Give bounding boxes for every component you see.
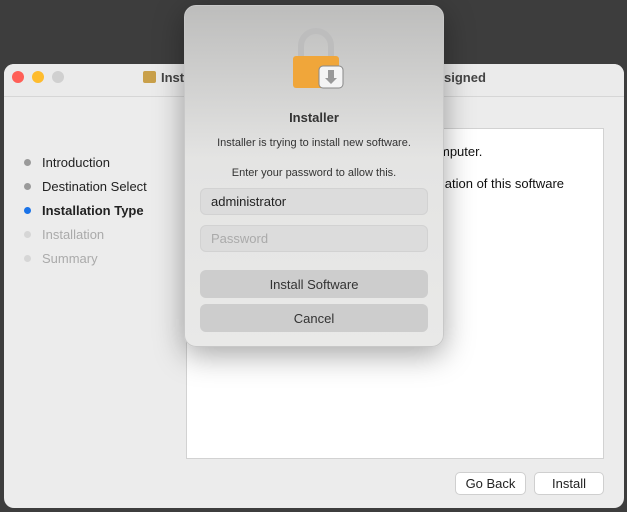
- dialog-title: Installer: [289, 110, 339, 125]
- step-installation: Installation: [24, 222, 147, 246]
- dialog-message: Installer is trying to install new softw…: [217, 137, 411, 149]
- go-back-button[interactable]: Go Back: [455, 472, 526, 495]
- window-title-left: Inst: [161, 70, 185, 85]
- step-dot-icon: [24, 206, 31, 214]
- dialog-prompt: Enter your password to allow this.: [231, 167, 397, 179]
- install-button[interactable]: Install: [534, 472, 604, 495]
- step-label: Installation Type: [42, 202, 144, 218]
- step-label: Introduction: [42, 154, 110, 170]
- content-text: mputer.: [439, 144, 483, 159]
- auth-dialog: Installer Installer is trying to install…: [184, 5, 444, 347]
- step-destination-select: Destination Select: [24, 174, 147, 198]
- step-label: Installation: [42, 226, 105, 242]
- step-dot-icon: [24, 182, 31, 190]
- window-title-right: signed: [444, 70, 486, 85]
- install-software-button[interactable]: Install Software: [200, 270, 428, 298]
- step-dot-icon: [24, 158, 31, 166]
- username-input[interactable]: administrator: [200, 188, 428, 215]
- step-installation-type: Installation Type: [24, 198, 147, 222]
- close-button[interactable]: [12, 71, 24, 83]
- lock-installer-icon: [293, 28, 344, 89]
- step-dot-icon: [24, 254, 31, 262]
- cancel-button[interactable]: Cancel: [200, 304, 428, 332]
- step-introduction: Introduction: [24, 150, 147, 174]
- password-input[interactable]: Password: [200, 225, 428, 252]
- content-text: llation of this software: [439, 176, 565, 191]
- zoom-button[interactable]: [52, 71, 64, 83]
- package-icon: [143, 71, 156, 83]
- step-label: Summary: [42, 250, 98, 266]
- steps-sidebar: Introduction Destination Select Installa…: [24, 150, 147, 270]
- step-dot-icon: [24, 230, 31, 238]
- step-summary: Summary: [24, 246, 147, 270]
- minimize-button[interactable]: [32, 71, 44, 83]
- step-label: Destination Select: [42, 178, 147, 194]
